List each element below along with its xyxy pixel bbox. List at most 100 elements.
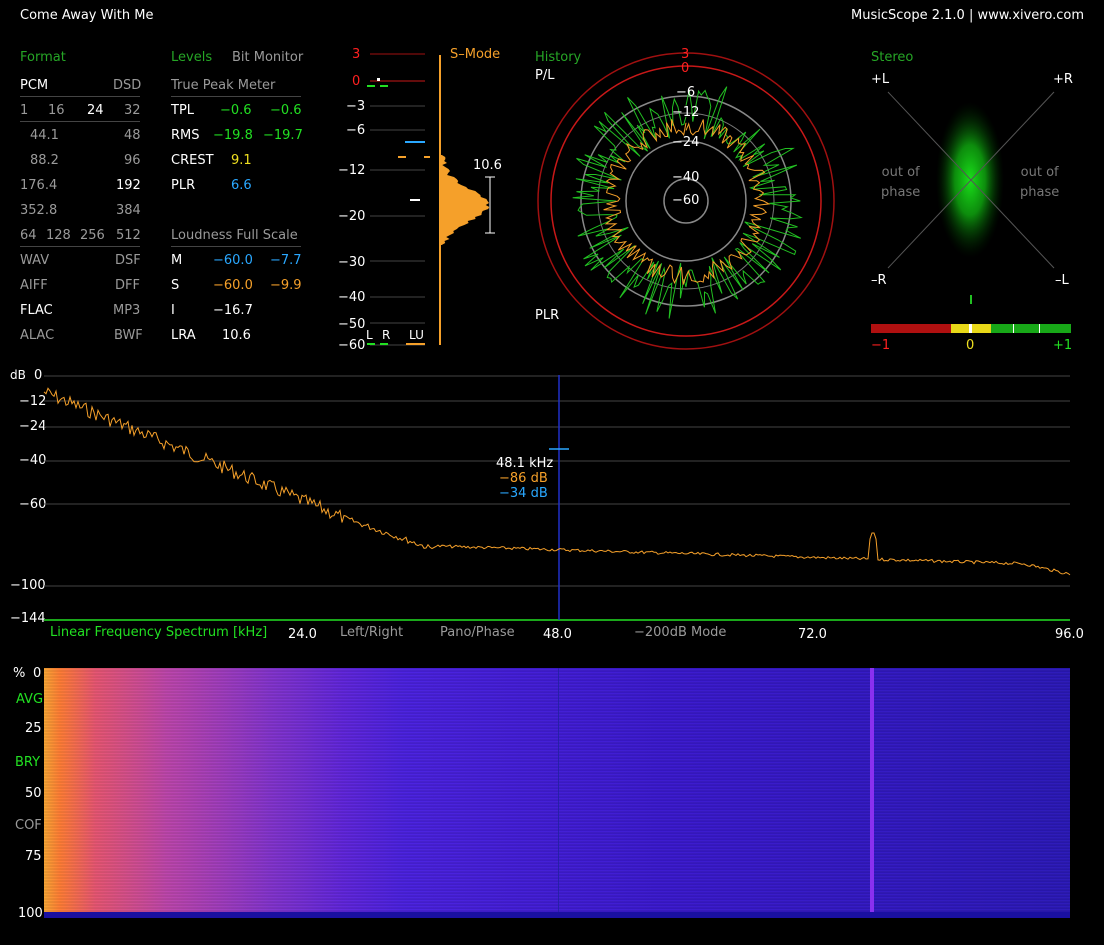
spec-y-144: −144 <box>10 611 46 626</box>
spec-x-24: 24.0 <box>288 627 317 642</box>
spec-y-0: 0 <box>34 368 43 383</box>
spec-x-96: 96.0 <box>1055 627 1084 642</box>
spec-y-60: −60 <box>19 497 47 512</box>
sg-cof[interactable]: COF <box>15 818 42 833</box>
tpl-left: −0.6 <box>220 103 252 118</box>
spectrogram[interactable] <box>44 668 1070 918</box>
meter-scale-m50: −50 <box>338 317 366 332</box>
s-label: S <box>171 278 180 293</box>
format-title: Format <box>20 50 66 65</box>
rate-48: 48 <box>124 128 141 143</box>
fmt-bwf: BWF <box>114 328 143 343</box>
i-label: I <box>171 303 175 318</box>
sg-y-25: 25 <box>25 721 42 736</box>
rate-88: 88.2 <box>30 153 59 168</box>
plr-label: PLR <box>171 178 196 193</box>
cursor-freq: 48.1 kHz <box>496 456 554 471</box>
meter-scale-m30: −30 <box>338 255 366 270</box>
true-peak-title: True Peak Meter <box>171 78 276 93</box>
sg-y-75: 75 <box>25 849 42 864</box>
m-label: M <box>171 253 183 268</box>
sg-y-50: 50 <box>25 786 42 801</box>
rate-176: 176.4 <box>20 178 58 193</box>
ring-label-m60: −60 <box>672 193 700 208</box>
ring-label-3: 3 <box>681 47 690 62</box>
rms-left: −19.8 <box>213 128 253 143</box>
meter-scale-m20: −20 <box>338 209 366 224</box>
lra-value: 10.6 <box>222 328 251 343</box>
sg-bry[interactable]: BRY <box>15 755 40 770</box>
rate-352: 352.8 <box>20 203 58 218</box>
dsd-512: 512 <box>116 228 141 243</box>
meter-foot-r: R <box>382 328 391 342</box>
s-value-a: −60.0 <box>213 278 253 293</box>
sg-y-0: 0 <box>33 666 42 681</box>
rate-96: 96 <box>124 153 141 168</box>
m-value-a: −60.0 <box>213 253 253 268</box>
ring-label-m12: −12 <box>672 105 700 120</box>
fmt-dsf: DSF <box>115 253 141 268</box>
sg-avg[interactable]: AVG <box>16 692 43 707</box>
meter-scale-0: 0 <box>352 74 361 89</box>
minus200db-button[interactable]: −200dB Mode <box>634 625 726 640</box>
spectrum-plot[interactable] <box>43 370 1074 621</box>
lra-label: LRA <box>171 328 196 343</box>
spec-x-72: 72.0 <box>798 627 827 642</box>
app-info: MusicScope 2.1.0 | www.xivero.com <box>851 8 1084 23</box>
ring-label-m40: −40 <box>672 170 700 185</box>
fmt-flac: FLAC <box>20 303 53 318</box>
bit-monitor-tab[interactable]: Bit Monitor <box>232 50 303 65</box>
fmt-alac: ALAC <box>20 328 55 343</box>
spec-y-12: −12 <box>19 394 47 409</box>
dsd-label[interactable]: DSD <box>113 78 141 93</box>
meter-scale-m3: −3 <box>346 99 366 114</box>
meter-graphic <box>367 53 495 346</box>
tpl-label: TPL <box>171 103 195 118</box>
lfs-title: Loudness Full Scale <box>171 228 298 243</box>
rate-192: 192 <box>116 178 141 193</box>
crest-value: 9.1 <box>231 153 252 168</box>
sg-y-100: 100 <box>18 906 43 921</box>
left-right-button[interactable]: Left/Right <box>340 625 403 640</box>
corr-minus1: −1 <box>871 338 891 353</box>
pano-phase-button[interactable]: Pano/Phase <box>440 625 515 640</box>
spec-y-24: −24 <box>19 419 47 434</box>
db-unit: dB <box>10 368 26 382</box>
corr-zero: 0 <box>966 338 975 353</box>
rms-right: −19.7 <box>263 128 303 143</box>
sg-y-pct: % <box>13 666 26 681</box>
plr-value: 6.6 <box>231 178 252 193</box>
ring-label-m24: −24 <box>672 135 700 150</box>
correlation-meter <box>871 324 1071 333</box>
cursor-db-b: −34 dB <box>499 486 548 501</box>
lra-readout: 10.6 <box>473 158 502 173</box>
meter-scale-m12: −12 <box>338 163 366 178</box>
levels-title[interactable]: Levels <box>171 50 212 65</box>
rms-label: RMS <box>171 128 200 143</box>
s-value-b: −9.9 <box>270 278 302 293</box>
corr-plus1: +1 <box>1053 338 1073 353</box>
meter-foot-l: L <box>366 328 373 342</box>
corr-marker <box>970 295 972 304</box>
ring-label-m6: −6 <box>676 85 696 100</box>
i-value: −16.7 <box>213 303 253 318</box>
m-value-b: −7.7 <box>270 253 302 268</box>
tpl-right: −0.6 <box>270 103 302 118</box>
cursor-db-a: −86 dB <box>499 471 548 486</box>
spectrum-mode-label[interactable]: Linear Frequency Spectrum [kHz] <box>50 625 267 640</box>
crest-label: CREST <box>171 153 214 168</box>
out-of-phase-right: out of phase <box>1020 165 1060 200</box>
fmt-mp3: MP3 <box>113 303 141 318</box>
dsd-128: 128 <box>46 228 71 243</box>
stereo-title: Stereo <box>871 50 914 65</box>
rate-384: 384 <box>116 203 141 218</box>
bit-1: 1 <box>20 103 29 118</box>
fmt-wav: WAV <box>20 253 50 268</box>
dsd-256: 256 <box>80 228 105 243</box>
s-mode-button[interactable]: S–Mode <box>450 47 500 62</box>
rate-44: 44.1 <box>30 128 59 143</box>
meter-foot-lu: LU <box>409 328 424 342</box>
bit-16: 16 <box>48 103 65 118</box>
pcm-label[interactable]: PCM <box>20 78 48 93</box>
fmt-dff: DFF <box>115 278 140 293</box>
